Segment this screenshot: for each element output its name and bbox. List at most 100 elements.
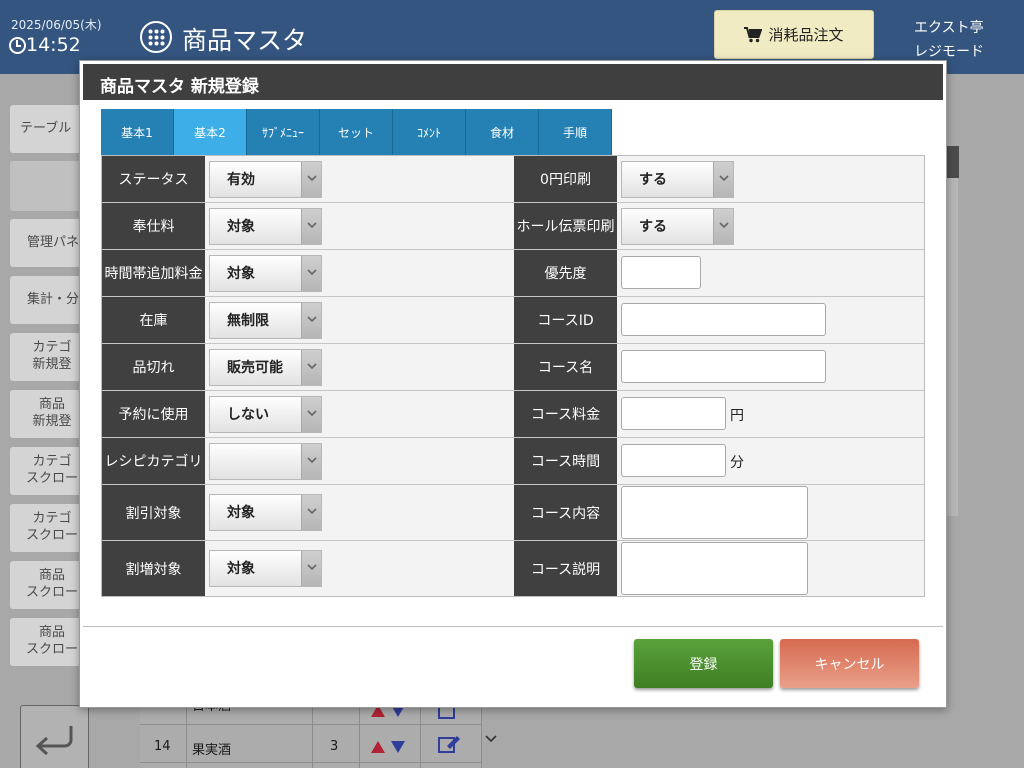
current-time: 14:52 [26, 34, 81, 56]
chevron-down-icon [713, 162, 733, 197]
register-button[interactable]: 登録 [634, 639, 773, 688]
tab-set[interactable]: セット [320, 109, 393, 155]
course-id-input[interactable] [621, 303, 826, 336]
label-course-id: コースID [514, 297, 617, 343]
stock-select[interactable]: 無制限 [209, 302, 322, 339]
label-reservation: 予約に使用 [102, 391, 205, 437]
back-button[interactable] [20, 705, 89, 768]
side-menu-category-scroll-2[interactable]: カテゴ スクロー [10, 504, 84, 552]
return-arrow-icon [35, 726, 73, 756]
zero-yen-print-select[interactable]: する [621, 161, 734, 198]
side-menu-table[interactable]: テーブル [10, 105, 84, 153]
chevron-down-icon [301, 350, 321, 385]
chevron-down-icon [301, 303, 321, 338]
field-row-service-charge: 奉仕料 対象 [102, 203, 514, 250]
mode-label: レジモード [914, 44, 984, 60]
field-row-reservation: 予約に使用 しない [102, 391, 514, 438]
label-stock: 在庫 [102, 297, 205, 343]
field-row-stock: 在庫 無制限 [102, 297, 514, 344]
chevron-down-icon [301, 209, 321, 244]
side-menu-product-scroll-2[interactable]: 商品 スクロー [10, 618, 84, 666]
label-time-surcharge: 時間帯追加料金 [102, 250, 205, 296]
tab-basic1[interactable]: 基本1 [101, 109, 174, 155]
field-row-time-surcharge: 時間帯追加料金 対象 [102, 250, 514, 297]
store-name: エクスト亭 [914, 20, 984, 36]
tab-basic2[interactable]: 基本2 [174, 109, 247, 155]
label-course-price: コース料金 [514, 391, 617, 437]
table-row: 14 果実酒 3 [140, 727, 482, 763]
side-menu-current[interactable] [10, 161, 84, 211]
field-row-course-time: コース時間 分 [514, 438, 924, 485]
side-menu-category-new[interactable]: カテゴ 新規登 [10, 333, 84, 381]
tab-ingredients[interactable]: 食材 [466, 109, 539, 155]
priority-input[interactable] [621, 256, 701, 289]
menu-grid-icon[interactable] [140, 21, 172, 53]
chevron-down-icon [301, 256, 321, 291]
chevron-down-icon [301, 397, 321, 432]
field-row-course-name: コース名 [514, 344, 924, 391]
product-register-dialog: 商品マスタ 新規登録 基本1 基本2 ｻﾌﾞﾒﾆｭｰ セット ｺﾒﾝﾄ 食材 手… [79, 60, 947, 708]
discount-select[interactable]: 対象 [209, 494, 322, 531]
cancel-button[interactable]: キャンセル [780, 639, 919, 688]
field-row-course-price: コース料金 円 [514, 391, 924, 438]
field-row-surcharge: 割増対象 対象 [102, 541, 514, 596]
label-service-charge: 奉仕料 [102, 203, 205, 249]
side-menu-product-scroll-1[interactable]: 商品 スクロー [10, 561, 84, 609]
chevron-down-icon [301, 551, 321, 586]
course-price-input[interactable] [621, 397, 726, 430]
supplies-order-button[interactable]: 消耗品注文 [714, 10, 874, 59]
tab-procedure[interactable]: 手順 [539, 109, 612, 155]
label-priority: 優先度 [514, 250, 617, 296]
field-row-discount: 割引対象 対象 [102, 485, 514, 541]
label-surcharge: 割増対象 [102, 541, 205, 596]
side-menu-product-new[interactable]: 商品 新規登 [10, 390, 84, 438]
chevron-down-icon [301, 495, 321, 530]
scroll-down-icon[interactable] [485, 734, 497, 744]
sold-out-select[interactable]: 販売可能 [209, 349, 322, 386]
label-hall-slip-print: ホール伝票印刷 [514, 203, 617, 249]
service-charge-select[interactable]: 対象 [209, 208, 322, 245]
field-row-recipe-category: レシピカテゴリ [102, 438, 514, 485]
cart-icon [744, 26, 763, 42]
dialog-title: 商品マスタ 新規登録 [83, 64, 943, 100]
side-menu-admin-panel[interactable]: 管理パネ [10, 219, 84, 267]
side-menu-reports[interactable]: 集計・分 [10, 276, 84, 324]
field-row-sold-out: 品切れ 販売可能 [102, 344, 514, 391]
course-content-textarea[interactable] [621, 486, 808, 539]
reservation-select[interactable]: しない [209, 396, 322, 433]
sort-arrows-icon[interactable] [371, 739, 407, 753]
label-zero-yen-print: 0円印刷 [514, 156, 617, 202]
tab-submenu[interactable]: ｻﾌﾞﾒﾆｭｰ [247, 109, 320, 155]
course-description-textarea[interactable] [621, 542, 808, 595]
label-course-content: コース内容 [514, 485, 617, 540]
field-row-course-content: コース内容 [514, 485, 924, 541]
current-date: 2025/06/05(木) [11, 18, 102, 32]
field-row-course-id: コースID [514, 297, 924, 344]
footer-divider [83, 626, 943, 627]
label-recipe-category: レシピカテゴリ [102, 438, 205, 484]
surcharge-select[interactable]: 対象 [209, 550, 322, 587]
course-time-input[interactable] [621, 444, 726, 477]
form-grid: ステータス 有効 奉仕料 対象 時間帯追加料金 対象 在庫 無制限 品切れ 販売… [101, 155, 925, 597]
label-status: ステータス [102, 156, 205, 202]
hall-slip-print-select[interactable]: する [621, 208, 734, 245]
supplies-order-label: 消耗品注文 [768, 26, 844, 44]
background-right-panel [946, 146, 959, 516]
clock-icon [9, 37, 26, 54]
field-row-course-description: コース説明 [514, 541, 924, 596]
chevron-down-icon [713, 209, 733, 244]
chevron-down-icon [301, 444, 321, 479]
course-name-input[interactable] [621, 350, 826, 383]
tab-comment[interactable]: ｺﾒﾝﾄ [393, 109, 466, 155]
yen-unit: 円 [730, 408, 744, 424]
label-course-description: コース説明 [514, 541, 617, 596]
field-row-zero-yen-print: 0円印刷 する [514, 156, 924, 203]
label-discount: 割引対象 [102, 485, 205, 540]
status-select[interactable]: 有効 [209, 161, 322, 198]
field-row-status: ステータス 有効 [102, 156, 514, 203]
side-menu-category-scroll-1[interactable]: カテゴ スクロー [10, 447, 84, 495]
time-surcharge-select[interactable]: 対象 [209, 255, 322, 292]
recipe-category-select[interactable] [209, 443, 322, 480]
edit-icon[interactable] [438, 733, 462, 755]
tab-bar: 基本1 基本2 ｻﾌﾞﾒﾆｭｰ セット ｺﾒﾝﾄ 食材 手順 [101, 109, 612, 155]
